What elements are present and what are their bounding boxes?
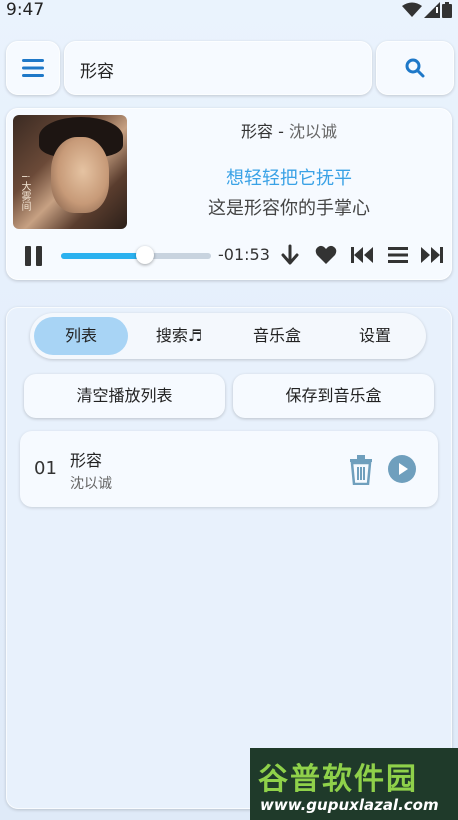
pause-button[interactable]	[22, 244, 46, 268]
signal-icon	[424, 2, 440, 18]
lyric-next: 这是形容你的手掌心	[208, 198, 370, 219]
download-button[interactable]	[277, 242, 303, 268]
trash-icon[interactable]	[348, 455, 374, 485]
search-icon	[405, 58, 425, 78]
progress-fill	[61, 253, 145, 259]
save-to-music-box-button[interactable]: 保存到音乐盒	[233, 374, 434, 418]
play-track-button[interactable]	[388, 455, 416, 483]
clear-playlist-button[interactable]: 清空播放列表	[24, 374, 225, 418]
tab-bar: 列表 搜索♬ 音乐盒 设置	[30, 313, 426, 359]
time-remaining: -01:53	[218, 245, 270, 264]
playlist-button[interactable]	[385, 242, 411, 268]
favorite-button[interactable]	[313, 242, 339, 268]
playlist-panel: 列表 搜索♬ 音乐盒 设置 清空播放列表 保存到音乐盒 01 形容 沈以诚	[6, 307, 452, 809]
download-icon	[281, 244, 299, 265]
hamburger-icon	[22, 59, 44, 77]
tab-list[interactable]: 列表	[34, 317, 128, 355]
list-icon	[388, 247, 408, 263]
status-time: 9:47	[6, 0, 45, 20]
now-playing-card: i 大雾间 形容 - 沈以诚 想轻轻把它抚平 这是形容你的手掌心 -01:53	[6, 108, 452, 280]
tab-settings[interactable]: 设置	[328, 317, 422, 355]
watermark-title: 谷普软件园	[258, 762, 418, 797]
search-input[interactable]	[78, 41, 362, 97]
cover-face	[51, 137, 109, 213]
title-separator: -	[273, 122, 289, 141]
pause-icon	[25, 246, 42, 266]
search-button[interactable]	[376, 41, 454, 95]
cover-text: i 大雾间	[19, 175, 30, 211]
lyric-current: 想轻轻把它抚平	[226, 168, 352, 189]
skip-previous-icon	[351, 247, 373, 263]
watermark-url: www.gupuxlazal.com	[260, 796, 439, 814]
song-artist: 沈以诚	[288, 122, 337, 141]
progress-bar[interactable]	[61, 246, 211, 264]
track-number: 01	[34, 458, 57, 479]
previous-button[interactable]	[349, 242, 375, 268]
song-title: 形容	[241, 122, 274, 141]
status-icons	[402, 2, 452, 18]
album-cover[interactable]: i 大雾间	[13, 115, 127, 229]
menu-button[interactable]	[6, 41, 60, 95]
heart-icon	[315, 245, 337, 264]
track-title: 形容	[70, 451, 103, 470]
skip-next-icon	[421, 247, 443, 263]
progress-handle[interactable]	[136, 246, 154, 264]
play-icon	[399, 463, 408, 475]
tab-search[interactable]: 搜索♬	[132, 317, 226, 355]
wifi-icon	[402, 2, 422, 17]
playlist-row[interactable]: 01 形容 沈以诚	[20, 431, 438, 507]
track-artist: 沈以诚	[70, 476, 112, 492]
status-bar: 9:47	[0, 0, 458, 24]
song-heading: 形容 - 沈以诚	[126, 118, 452, 142]
next-button[interactable]	[419, 242, 445, 268]
search-box	[64, 41, 372, 97]
tab-music-box[interactable]: 音乐盒	[230, 317, 324, 355]
watermark-logo: 谷普软件园 www.gupuxlazal.com	[250, 748, 458, 820]
battery-icon	[442, 2, 452, 18]
